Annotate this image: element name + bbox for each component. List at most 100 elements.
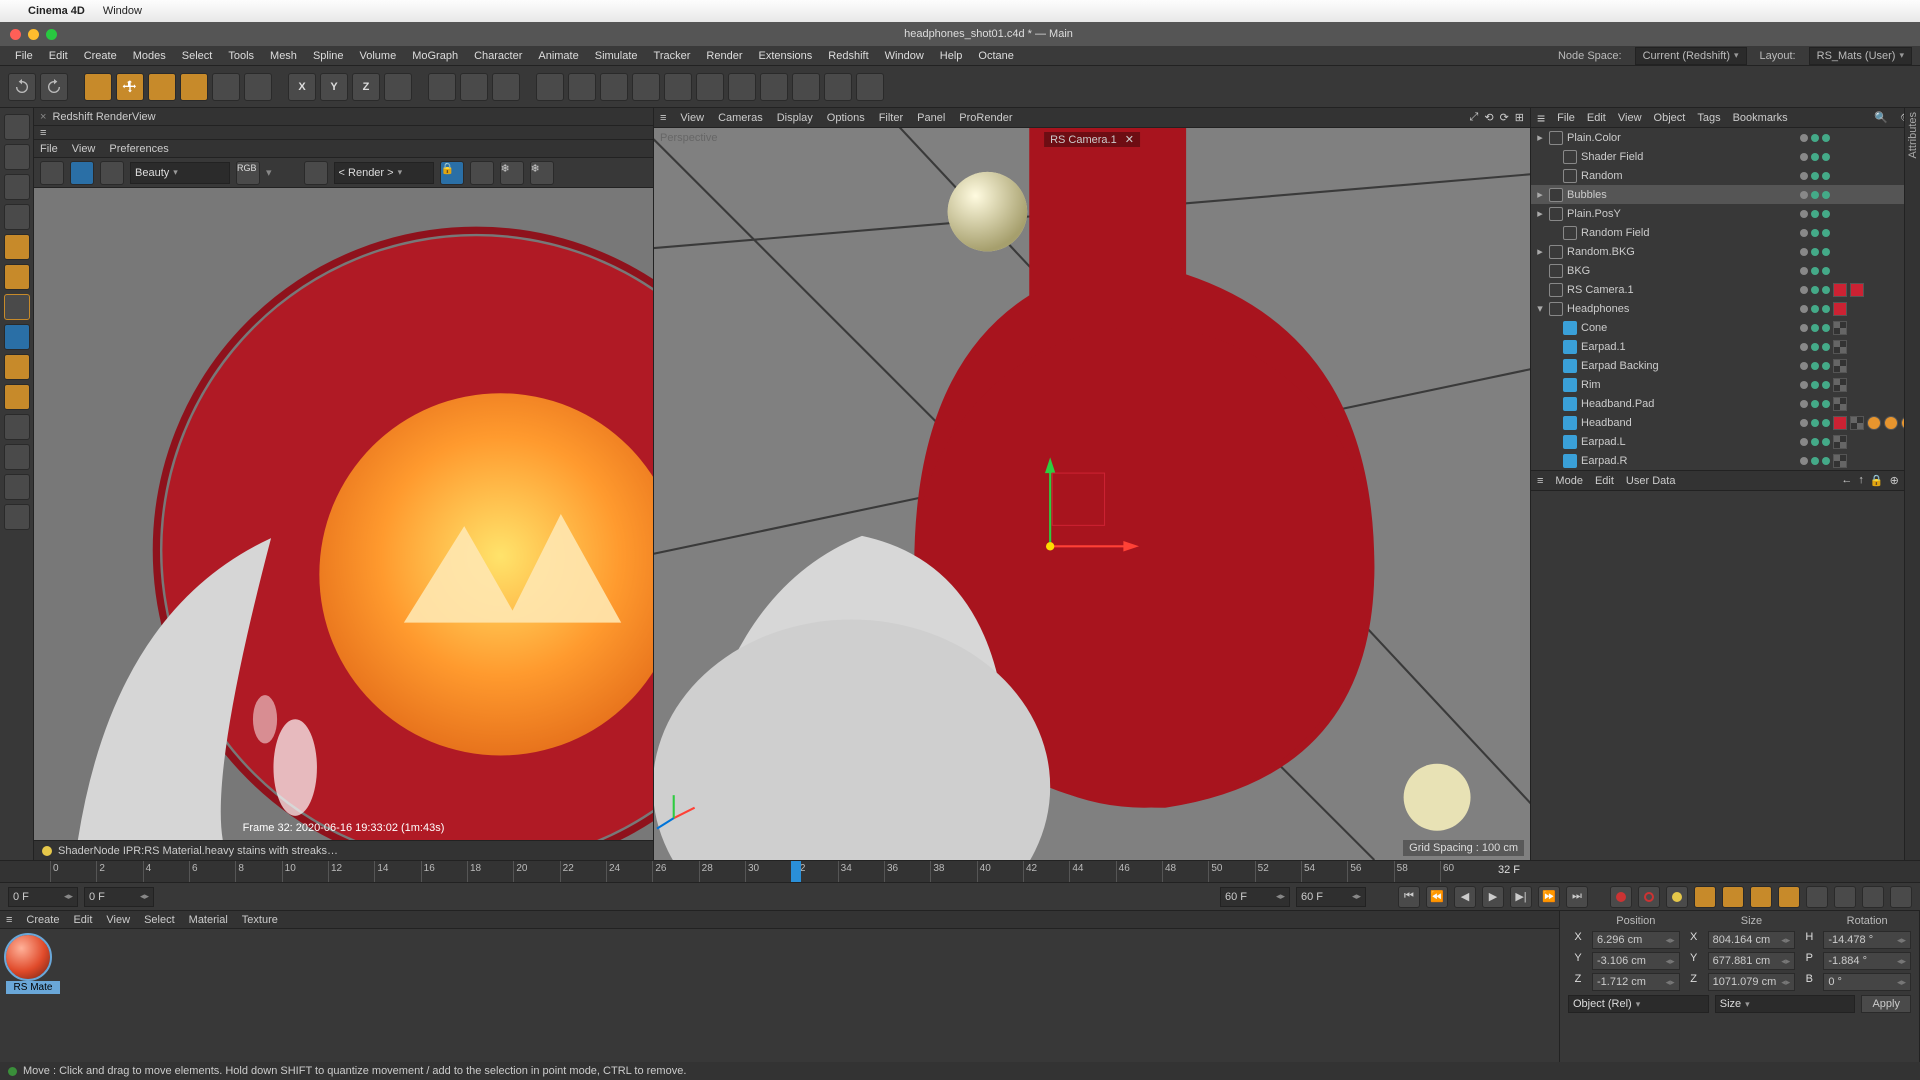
material-preview-icon[interactable] xyxy=(6,935,50,979)
visibility-render-icon[interactable] xyxy=(1822,267,1830,275)
s-button1[interactable] xyxy=(4,354,30,380)
layer-dot-icon[interactable] xyxy=(1800,153,1808,161)
grid2-button[interactable] xyxy=(4,474,30,500)
visibility-render-icon[interactable] xyxy=(1822,134,1830,142)
prev-key-button[interactable]: ⏪ xyxy=(1426,886,1448,908)
visibility-render-icon[interactable] xyxy=(1822,400,1830,408)
material-name[interactable]: RS Mate xyxy=(6,981,60,994)
size-x-field[interactable]: 804.164 cm◂▸ xyxy=(1708,931,1796,949)
om-row-earpad-backing[interactable]: Earpad Backing xyxy=(1531,356,1920,375)
visibility-editor-icon[interactable] xyxy=(1811,324,1819,332)
size-y-field[interactable]: 677.881 cm◂▸ xyxy=(1708,952,1796,970)
om-menu-tags[interactable]: Tags xyxy=(1697,112,1720,124)
vp-menu-options[interactable]: Options xyxy=(827,112,865,124)
layer-dot-icon[interactable] xyxy=(1800,324,1808,332)
recent-tool-button[interactable] xyxy=(212,73,240,101)
visibility-render-icon[interactable] xyxy=(1822,248,1830,256)
light2-button[interactable] xyxy=(856,73,884,101)
menu-simulate[interactable]: Simulate xyxy=(588,48,645,64)
visibility-render-icon[interactable] xyxy=(1822,419,1830,427)
layout-dropdown[interactable]: RS_Mats (User) xyxy=(1809,47,1912,65)
mat-menu-edit[interactable]: Edit xyxy=(73,914,92,926)
s-button2[interactable] xyxy=(4,384,30,410)
generator-button[interactable] xyxy=(600,73,628,101)
tag-icon[interactable] xyxy=(1850,416,1864,430)
om-row-random-field[interactable]: Random Field xyxy=(1531,223,1920,242)
tag-icon[interactable] xyxy=(1850,283,1864,297)
menu-spline[interactable]: Spline xyxy=(306,48,351,64)
layer-dot-icon[interactable] xyxy=(1800,362,1808,370)
render-view-button[interactable] xyxy=(428,73,456,101)
visibility-editor-icon[interactable] xyxy=(1811,229,1819,237)
render-settings-button[interactable] xyxy=(492,73,520,101)
move-tool-button[interactable] xyxy=(116,73,144,101)
attr-menu-mode[interactable]: Mode xyxy=(1555,475,1583,487)
rv-grid-icon[interactable] xyxy=(470,161,494,185)
visibility-editor-icon[interactable] xyxy=(1811,419,1819,427)
visibility-render-icon[interactable] xyxy=(1822,286,1830,294)
visibility-render-icon[interactable] xyxy=(1822,438,1830,446)
om-menu-file[interactable]: File xyxy=(1557,112,1575,124)
hamburger-icon[interactable]: ≡ xyxy=(6,914,12,926)
rv-ipr-button[interactable] xyxy=(70,161,94,185)
layer-dot-icon[interactable] xyxy=(1800,400,1808,408)
menu-select[interactable]: Select xyxy=(175,48,220,64)
primitive-cube-button[interactable] xyxy=(536,73,564,101)
tag-icon[interactable] xyxy=(1833,283,1847,297)
mat-menu-texture[interactable]: Texture xyxy=(242,914,278,926)
visibility-editor-icon[interactable] xyxy=(1811,438,1819,446)
axis-y-button[interactable]: Y xyxy=(320,73,348,101)
coord-apply-button[interactable]: Apply xyxy=(1861,995,1911,1013)
visibility-render-icon[interactable] xyxy=(1822,343,1830,351)
menu-file[interactable]: File xyxy=(8,48,40,64)
om-menu-view[interactable]: View xyxy=(1618,112,1642,124)
mat-menu-create[interactable]: Create xyxy=(26,914,59,926)
attributes-tab[interactable]: Attributes xyxy=(1905,108,1920,162)
end-frame-field[interactable]: 60 F◂▸ xyxy=(1220,887,1290,907)
visibility-render-icon[interactable] xyxy=(1822,153,1830,161)
layer-dot-icon[interactable] xyxy=(1800,381,1808,389)
visibility-editor-icon[interactable] xyxy=(1811,343,1819,351)
live-select-button[interactable] xyxy=(84,73,112,101)
scale-tool-button[interactable] xyxy=(148,73,176,101)
tag-icon[interactable] xyxy=(1833,416,1847,430)
render-picture-button[interactable] xyxy=(460,73,488,101)
om-row-cone[interactable]: Cone xyxy=(1531,318,1920,337)
place-tool-button[interactable] xyxy=(244,73,272,101)
mat-menu-material[interactable]: Material xyxy=(189,914,228,926)
attr-new-icon[interactable]: ⊕ xyxy=(1890,474,1899,487)
snap-button[interactable] xyxy=(4,324,30,350)
attr-up-icon[interactable]: ↑ xyxy=(1858,474,1864,487)
attr-back-icon[interactable]: ← xyxy=(1841,474,1852,487)
menu-tracker[interactable]: Tracker xyxy=(647,48,698,64)
end-frame-field2[interactable]: 60 F◂▸ xyxy=(1296,887,1366,907)
poly-mode-button[interactable] xyxy=(4,264,30,290)
layer-dot-icon[interactable] xyxy=(1800,172,1808,180)
visibility-editor-icon[interactable] xyxy=(1811,286,1819,294)
om-row-rim[interactable]: Rim xyxy=(1531,375,1920,394)
undo-button[interactable] xyxy=(8,73,36,101)
attr-menu-edit[interactable]: Edit xyxy=(1595,475,1614,487)
playhead[interactable] xyxy=(791,861,801,882)
pos-z-field[interactable]: -1.712 cm◂▸ xyxy=(1592,973,1680,991)
vp-menu-filter[interactable]: Filter xyxy=(879,112,903,124)
visibility-editor-icon[interactable] xyxy=(1811,172,1819,180)
coord-system-button[interactable] xyxy=(384,73,412,101)
vp-menu-prorender[interactable]: ProRender xyxy=(959,112,1012,124)
mat-menu-view[interactable]: View xyxy=(106,914,130,926)
record-button[interactable] xyxy=(1610,886,1632,908)
rv-render-dropdown[interactable]: < Render > xyxy=(334,162,434,184)
om-menu-object[interactable]: Object xyxy=(1654,112,1686,124)
renderview-tab[interactable]: × Redshift RenderView xyxy=(34,108,653,126)
tag-icon[interactable] xyxy=(1833,302,1847,316)
visibility-editor-icon[interactable] xyxy=(1811,191,1819,199)
visibility-editor-icon[interactable] xyxy=(1811,267,1819,275)
model-mode-button[interactable] xyxy=(4,114,30,140)
start-frame-field2[interactable]: 0 F◂▸ xyxy=(84,887,154,907)
rot-p-field[interactable]: -1.884 °◂▸ xyxy=(1823,952,1911,970)
play-button[interactable]: ▶ xyxy=(1482,886,1504,908)
mac-menu-window[interactable]: Window xyxy=(103,5,142,17)
renderview-close-icon[interactable]: × xyxy=(40,111,46,123)
visibility-editor-icon[interactable] xyxy=(1811,210,1819,218)
nodespace-dropdown[interactable]: Current (Redshift) xyxy=(1635,47,1747,65)
